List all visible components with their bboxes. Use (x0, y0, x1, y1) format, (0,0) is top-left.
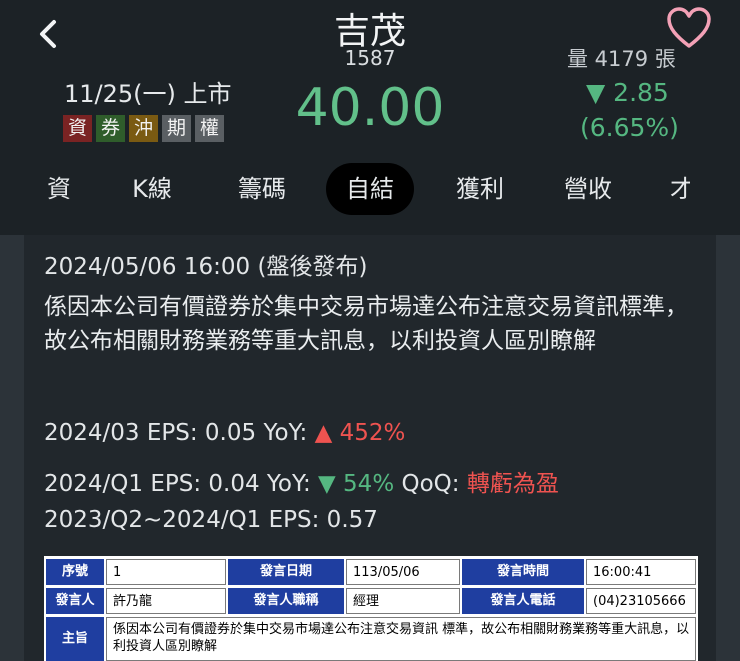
tab-self-report[interactable]: 自結 (326, 163, 414, 215)
tab-kline[interactable]: K線 (112, 163, 192, 215)
announcement-table: 序號 1 發言日期 113/05/06 發言時間 16:00:41 發言人 許乃… (44, 556, 698, 661)
qoq-label: QoQ: (394, 471, 467, 497)
table-cell-phone: (04)23105666 (586, 588, 696, 614)
table-header-spokesperson: 發言人 (46, 588, 104, 614)
tab-revenue[interactable]: 營收 (548, 163, 628, 215)
quarterly-eps: 2024/Q1 EPS: 0.04 YoY: ▼ 54% QoQ: 轉虧為盈 (44, 464, 559, 498)
price-change: ▼ 2.85 (586, 78, 669, 107)
monthly-eps: 2024/03 EPS: 0.05 YoY: ▲ 452% (44, 420, 405, 446)
table-cell-title: 經理 (346, 588, 460, 614)
table-header-date: 發言日期 (228, 559, 344, 585)
table-header-time: 發言時間 (462, 559, 584, 585)
quarterly-eps-text: 2024/Q1 EPS: 0.04 YoY: (44, 471, 319, 497)
announcement-text: 係因本公司有價證券於集中交易市場達公布注意交易資訊標準，故公布相關財務業務等重大… (44, 294, 688, 354)
quarterly-qoq: 轉虧為盈 (466, 471, 559, 497)
table-header-seq: 序號 (46, 559, 104, 585)
tab-partial-left[interactable]: 資 (44, 163, 74, 215)
quarterly-yoy: ▼ 54% (318, 471, 395, 497)
cumulative-eps: 2023/Q2~2024/Q1 EPS: 0.57 (44, 507, 378, 533)
table-header-title: 發言人職稱 (228, 588, 344, 614)
monthly-eps-text: 2024/03 EPS: 0.05 YoY: (44, 420, 315, 446)
table-cell-time: 16:00:41 (586, 559, 696, 585)
table-cell-spokesperson: 許乃龍 (106, 588, 226, 614)
tab-profit[interactable]: 獲利 (440, 163, 520, 215)
price-change-percent: (6.65%) (580, 113, 679, 142)
table-header-subject: 主旨 (46, 617, 104, 661)
tab-bar: 資 K線 籌碼 自結 獲利 營收 才 (0, 163, 740, 215)
table-cell-subject: 係因本公司有價證券於集中交易市場達公布注意交易資訊 標準，故公布相關財務業務等重… (106, 617, 696, 661)
monthly-yoy: ▲ 452% (314, 420, 406, 446)
volume: 量 4179 張 (567, 47, 676, 71)
table-header-phone: 發言人電話 (462, 588, 584, 614)
tab-chips[interactable]: 籌碼 (222, 163, 302, 215)
tab-partial-right[interactable]: 才 (670, 163, 690, 215)
stock-header: 吉茂 1587 11/25(一) 上市 資 券 沖 期 權 40.00 量 41… (0, 0, 740, 235)
table-cell-seq: 1 (106, 559, 226, 585)
table-cell-date: 113/05/06 (346, 559, 460, 585)
announcement-datetime: 2024/05/06 16:00 (盤後發布) (44, 254, 368, 280)
